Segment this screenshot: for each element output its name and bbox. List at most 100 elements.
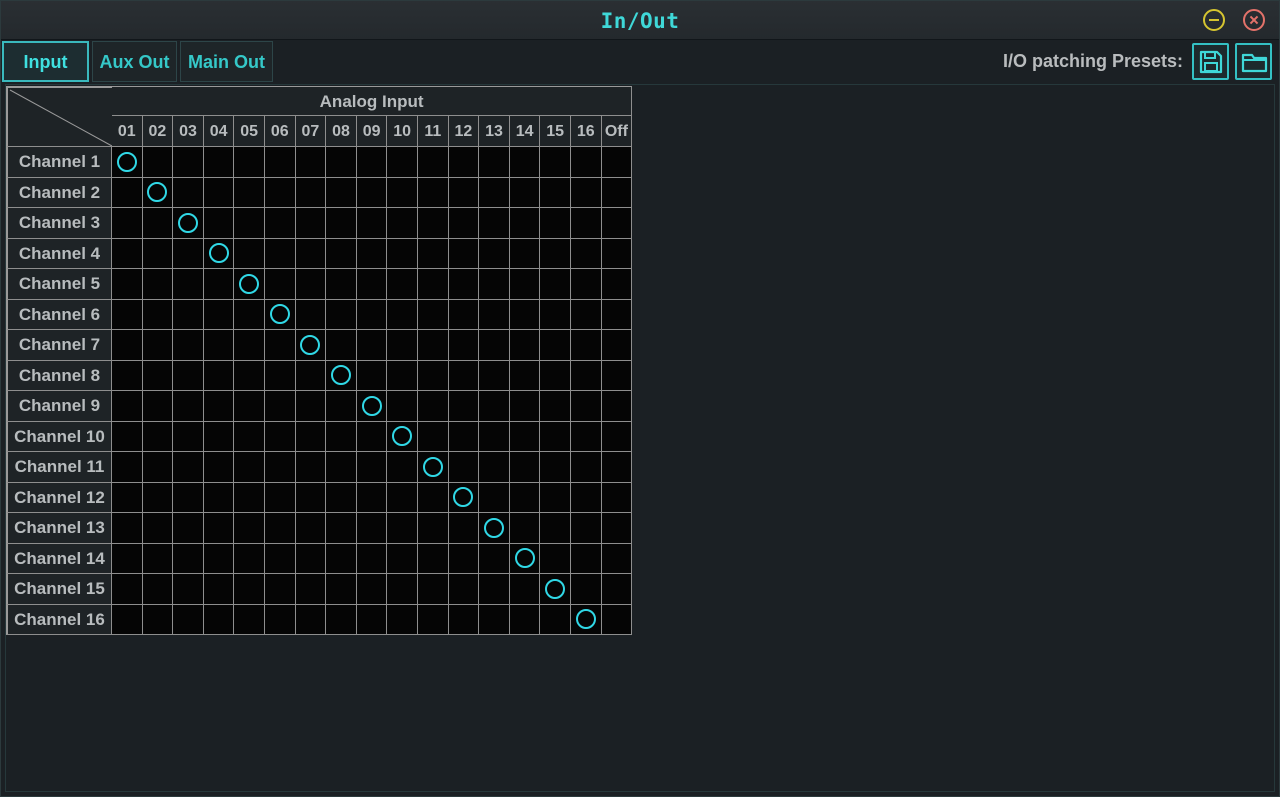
patch-cell[interactable] bbox=[295, 177, 327, 208]
patch-cell[interactable] bbox=[326, 574, 357, 605]
patch-cell[interactable] bbox=[571, 269, 602, 300]
patch-cell[interactable] bbox=[601, 574, 633, 605]
patch-cell[interactable] bbox=[418, 604, 449, 635]
patch-cell[interactable] bbox=[571, 330, 602, 361]
patch-cell[interactable] bbox=[509, 482, 541, 513]
patch-marker-icon[interactable] bbox=[208, 243, 229, 264]
patch-cell[interactable] bbox=[356, 269, 388, 300]
patch-cell[interactable] bbox=[540, 238, 571, 269]
patch-cell[interactable] bbox=[601, 238, 633, 269]
patch-cell[interactable] bbox=[173, 604, 204, 635]
patch-cell[interactable] bbox=[326, 177, 357, 208]
patch-cell[interactable] bbox=[265, 208, 296, 239]
patch-cell[interactable] bbox=[540, 604, 571, 635]
patch-cell[interactable] bbox=[326, 513, 357, 544]
patch-cell[interactable] bbox=[203, 574, 235, 605]
patch-cell[interactable] bbox=[142, 238, 174, 269]
patch-cell[interactable] bbox=[356, 482, 388, 513]
patch-cell[interactable] bbox=[326, 421, 357, 452]
patch-cell[interactable] bbox=[448, 238, 480, 269]
patch-cell[interactable] bbox=[112, 543, 143, 574]
patch-cell[interactable] bbox=[112, 574, 143, 605]
patch-cell[interactable] bbox=[234, 208, 265, 239]
patch-cell[interactable] bbox=[601, 391, 633, 422]
patch-cell[interactable] bbox=[479, 574, 510, 605]
patch-cell[interactable] bbox=[571, 177, 602, 208]
patch-cell[interactable] bbox=[448, 391, 480, 422]
patch-cell[interactable] bbox=[509, 177, 541, 208]
patch-cell[interactable] bbox=[387, 482, 418, 513]
patch-cell[interactable] bbox=[509, 574, 541, 605]
patch-cell[interactable] bbox=[387, 360, 418, 391]
patch-cell[interactable] bbox=[601, 482, 633, 513]
patch-cell[interactable] bbox=[509, 147, 541, 178]
patch-cell[interactable] bbox=[295, 574, 327, 605]
patch-marker-icon[interactable] bbox=[239, 273, 260, 294]
patch-cell[interactable] bbox=[418, 482, 449, 513]
patch-cell[interactable] bbox=[203, 208, 235, 239]
patch-cell[interactable] bbox=[418, 360, 449, 391]
patch-cell[interactable] bbox=[326, 604, 357, 635]
patch-cell[interactable] bbox=[356, 299, 388, 330]
patch-marker-icon[interactable] bbox=[545, 578, 566, 599]
patch-cell[interactable] bbox=[479, 299, 510, 330]
patch-cell[interactable] bbox=[601, 604, 633, 635]
patch-cell[interactable] bbox=[387, 604, 418, 635]
patch-cell[interactable] bbox=[265, 513, 296, 544]
patch-cell[interactable] bbox=[173, 360, 204, 391]
patch-cell[interactable] bbox=[203, 543, 235, 574]
patch-cell[interactable] bbox=[326, 238, 357, 269]
patch-cell[interactable] bbox=[142, 574, 174, 605]
patch-cell[interactable] bbox=[540, 391, 571, 422]
patch-cell[interactable] bbox=[509, 269, 541, 300]
patch-cell[interactable] bbox=[234, 452, 265, 483]
patch-cell[interactable] bbox=[295, 147, 327, 178]
patch-cell[interactable] bbox=[356, 604, 388, 635]
patch-cell[interactable] bbox=[203, 360, 235, 391]
patch-cell[interactable] bbox=[356, 208, 388, 239]
patch-cell[interactable] bbox=[112, 238, 143, 269]
patch-cell[interactable] bbox=[418, 421, 449, 452]
patch-cell[interactable] bbox=[479, 330, 510, 361]
patch-cell[interactable] bbox=[173, 482, 204, 513]
patch-cell[interactable] bbox=[295, 391, 327, 422]
patch-cell[interactable] bbox=[265, 452, 296, 483]
patch-cell[interactable] bbox=[356, 330, 388, 361]
patch-cell[interactable] bbox=[142, 299, 174, 330]
patch-cell[interactable] bbox=[540, 421, 571, 452]
patch-cell[interactable] bbox=[509, 513, 541, 544]
patch-cell[interactable] bbox=[448, 452, 480, 483]
patch-cell[interactable] bbox=[448, 604, 480, 635]
patch-cell[interactable] bbox=[479, 360, 510, 391]
patch-cell[interactable] bbox=[601, 360, 633, 391]
patch-cell[interactable] bbox=[265, 330, 296, 361]
patch-cell[interactable] bbox=[173, 330, 204, 361]
patch-cell[interactable] bbox=[540, 269, 571, 300]
patch-marker-icon[interactable] bbox=[361, 395, 382, 416]
patch-cell[interactable] bbox=[295, 208, 327, 239]
patch-cell[interactable] bbox=[295, 238, 327, 269]
patch-cell[interactable] bbox=[265, 543, 296, 574]
patch-cell[interactable] bbox=[173, 543, 204, 574]
patch-cell[interactable] bbox=[509, 330, 541, 361]
patch-cell[interactable] bbox=[142, 208, 174, 239]
patch-cell[interactable] bbox=[387, 208, 418, 239]
patch-cell[interactable] bbox=[479, 391, 510, 422]
patch-cell[interactable] bbox=[387, 330, 418, 361]
patch-cell[interactable] bbox=[265, 391, 296, 422]
patch-cell[interactable] bbox=[356, 543, 388, 574]
patch-cell[interactable] bbox=[509, 299, 541, 330]
patch-cell[interactable] bbox=[387, 452, 418, 483]
patch-cell[interactable] bbox=[387, 299, 418, 330]
patch-cell[interactable] bbox=[540, 177, 571, 208]
patch-cell[interactable] bbox=[142, 604, 174, 635]
close-icon[interactable] bbox=[1243, 9, 1265, 31]
patch-cell[interactable] bbox=[142, 391, 174, 422]
patch-cell[interactable] bbox=[479, 421, 510, 452]
patch-cell[interactable] bbox=[356, 421, 388, 452]
patch-cell[interactable] bbox=[356, 452, 388, 483]
patch-cell[interactable] bbox=[234, 543, 265, 574]
patch-cell[interactable] bbox=[295, 513, 327, 544]
patch-cell[interactable] bbox=[112, 360, 143, 391]
patch-cell[interactable] bbox=[173, 238, 204, 269]
